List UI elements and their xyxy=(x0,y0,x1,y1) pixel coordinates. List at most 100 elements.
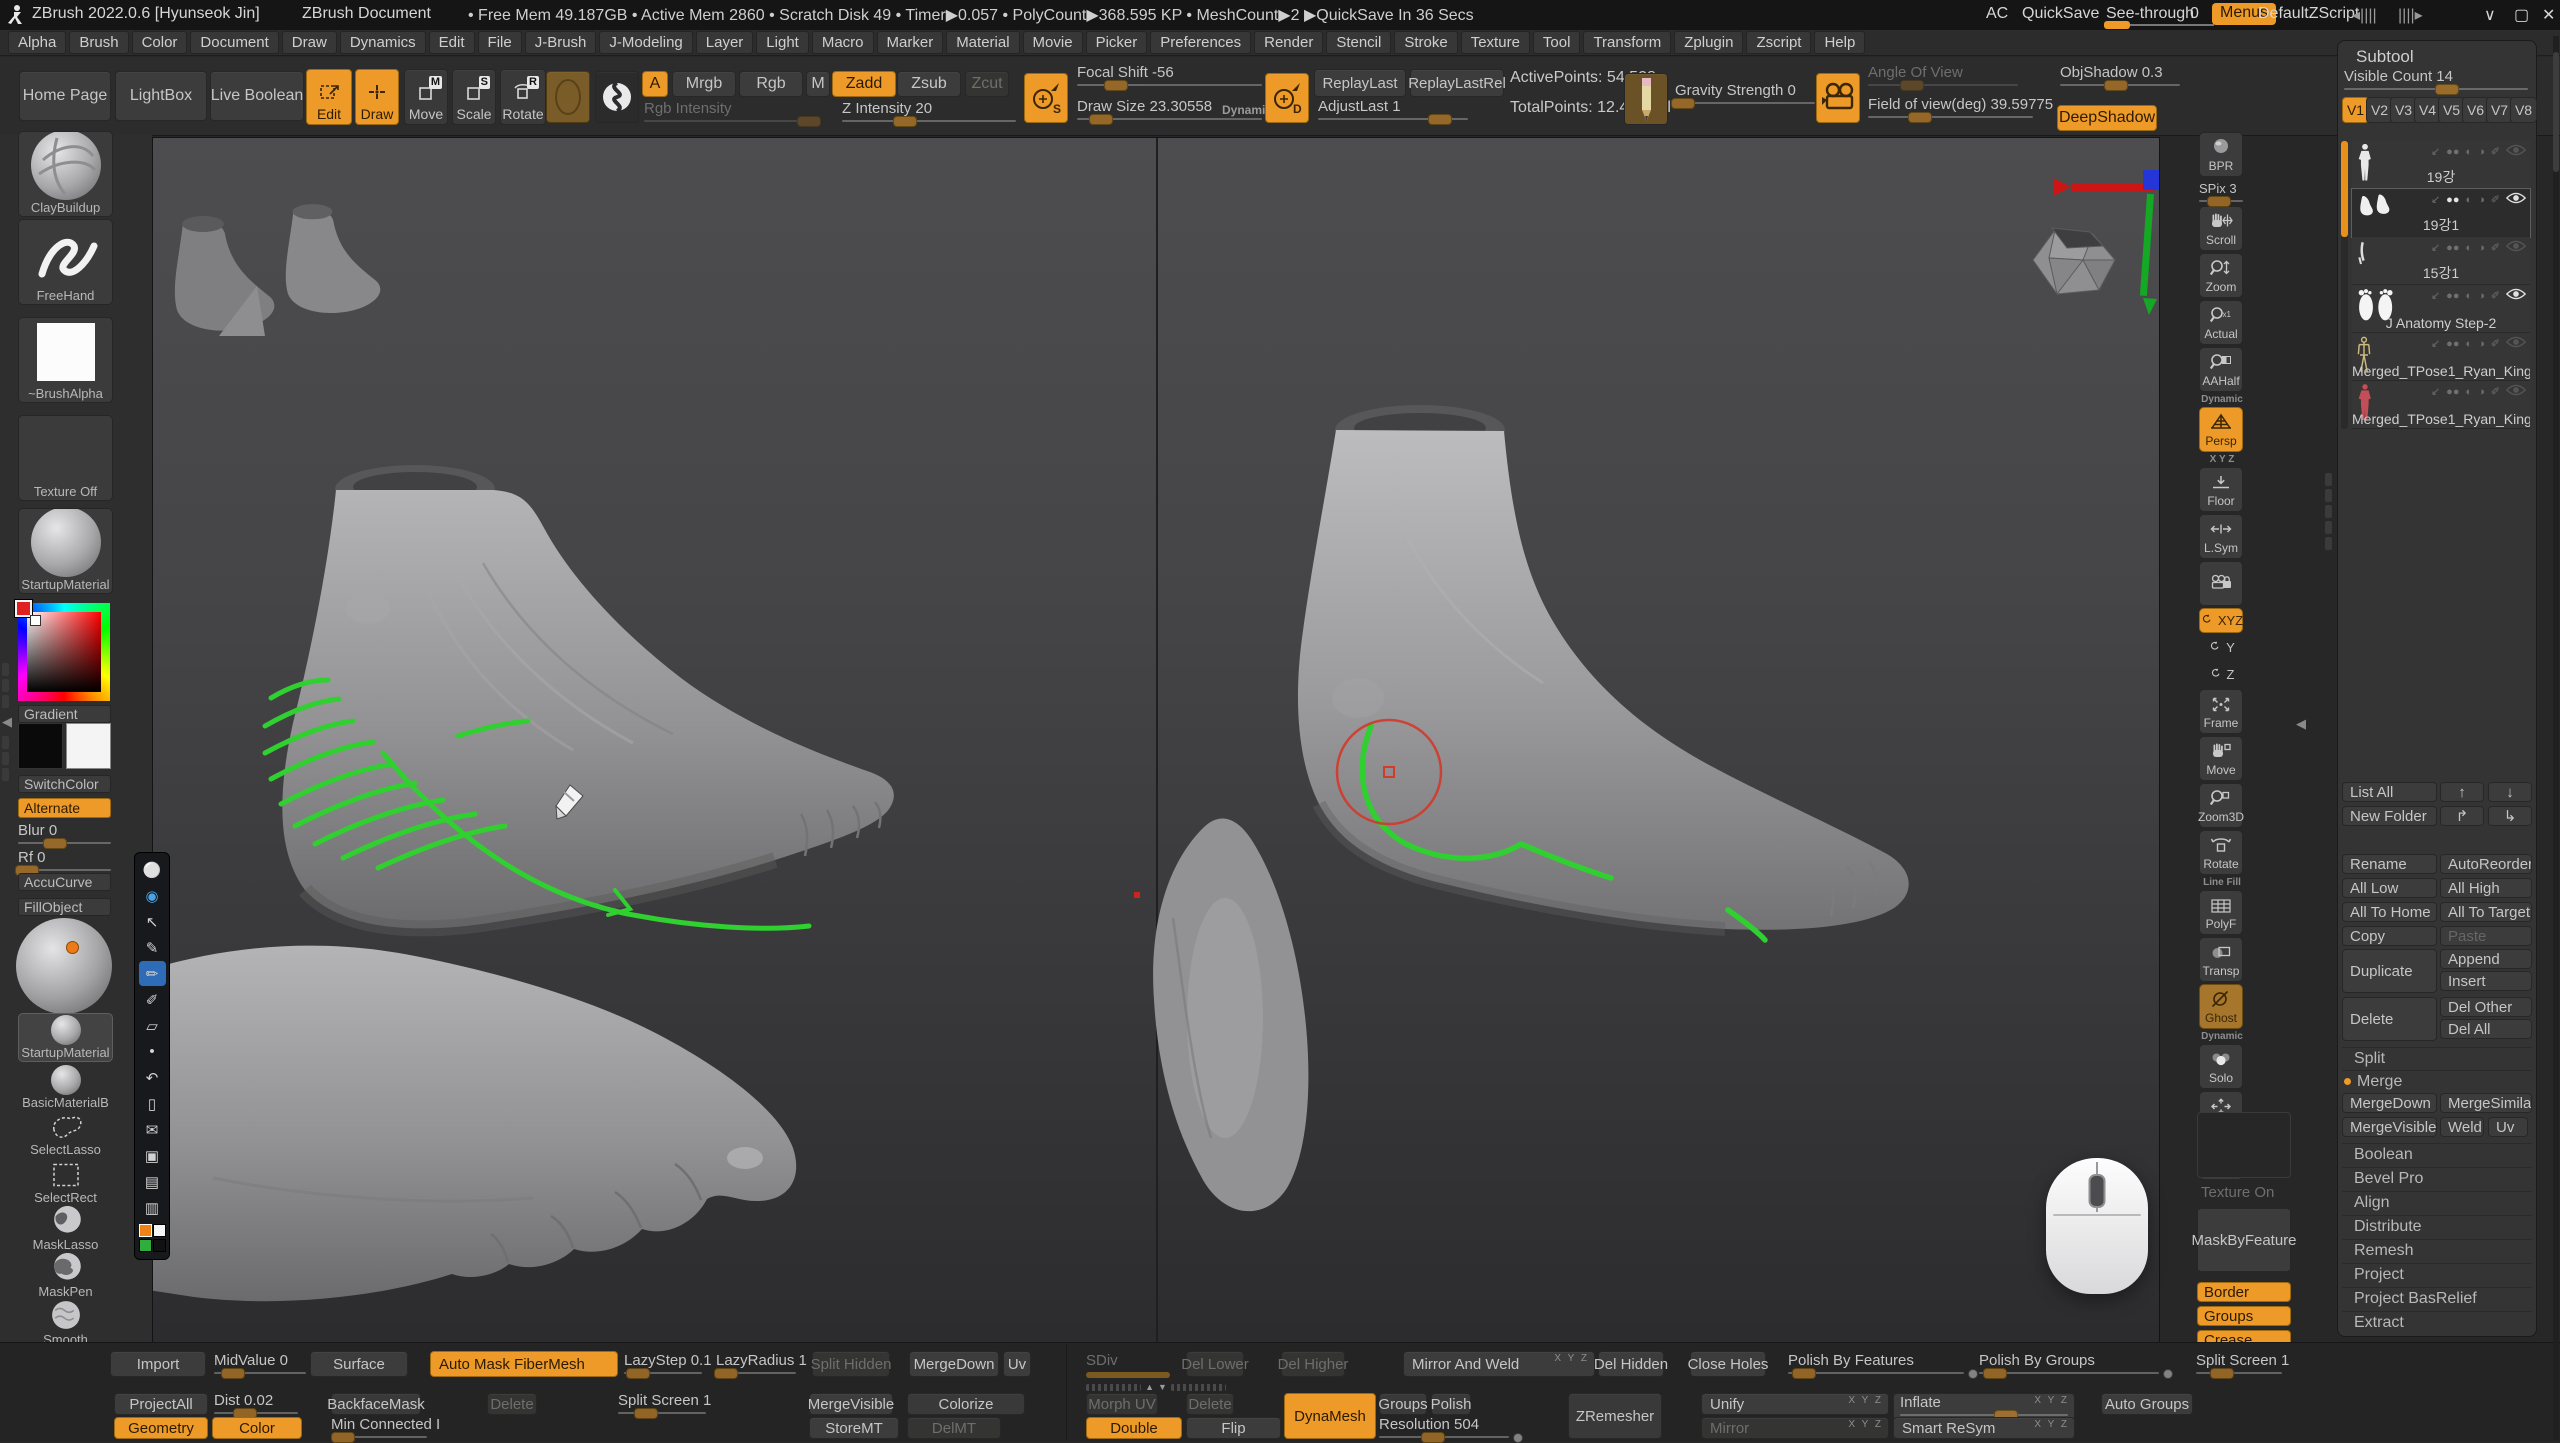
polish-by-features-slider[interactable]: Polish By Features xyxy=(1788,1353,1964,1374)
mini-scroll-up[interactable]: ▲ xyxy=(1145,1382,1154,1392)
subtool-item[interactable]: ↙●●◐◑✐Merged_TPose1_Ryan_Kingslie xyxy=(2352,333,2530,381)
alternate-button[interactable]: Alternate xyxy=(18,798,111,818)
visibility-eye-icon[interactable] xyxy=(2506,144,2526,159)
subtool-tab-v1[interactable]: V1 xyxy=(2342,97,2369,123)
shelf-slot-startupmaterial[interactable]: StartupMaterial xyxy=(18,508,113,594)
menu-brush[interactable]: Brush xyxy=(69,31,128,54)
slider-handle[interactable] xyxy=(1792,1368,1816,1379)
message-bubble-icon[interactable]: ✉ xyxy=(139,1117,166,1142)
slider-handle[interactable] xyxy=(1421,1432,1445,1443)
boolean-row[interactable]: Boolean xyxy=(2342,1143,2532,1165)
nav-lightbox[interactable]: LightBox xyxy=(115,71,207,121)
clipboard-icon[interactable]: ▥ xyxy=(139,1195,166,1220)
fillobject-button[interactable]: FillObject xyxy=(18,898,111,916)
slider-track[interactable] xyxy=(214,1412,298,1414)
paint-zsub[interactable]: Zsub xyxy=(897,71,961,97)
folder-move-icon[interactable]: ↙ xyxy=(2431,337,2440,350)
polyf-button[interactable]: PolyF xyxy=(2199,890,2243,935)
adjust-last-slider[interactable]: AdjustLast 1 xyxy=(1318,99,1468,120)
screenshot-frame-icon[interactable]: ▣ xyxy=(139,1143,166,1168)
undo-arrow-icon[interactable]: ↶ xyxy=(139,1065,166,1090)
mode-edit[interactable]: Edit xyxy=(306,69,352,125)
cursor-arrow-icon[interactable]: ↖ xyxy=(139,909,166,934)
slider-track[interactable] xyxy=(1379,1436,1509,1438)
rotate-button[interactable]: Rotate xyxy=(2199,830,2243,875)
lazystep-0-1-slider[interactable]: LazyStep 0.1 xyxy=(624,1353,702,1374)
slider-handle[interactable] xyxy=(797,116,821,127)
white-swatch[interactable] xyxy=(66,723,111,769)
persp-button[interactable]: Persp xyxy=(2199,407,2243,452)
edit-brush-icon[interactable]: ✐ xyxy=(2491,385,2500,398)
polypaint-icon[interactable]: ●● xyxy=(2446,194,2459,206)
all-high-button[interactable]: All High xyxy=(2440,878,2532,898)
border-button[interactable]: Border xyxy=(2197,1282,2291,1302)
menu-alpha[interactable]: Alpha xyxy=(8,31,66,54)
menu-picker[interactable]: Picker xyxy=(1086,31,1148,54)
all-low-button[interactable]: All Low xyxy=(2342,878,2437,898)
layer-icon[interactable]: ◑ xyxy=(2478,242,2485,254)
slider-track[interactable] xyxy=(1675,102,1815,104)
scroll-button[interactable]: Scroll xyxy=(2199,206,2243,251)
duplicate-button[interactable]: Duplicate xyxy=(2342,949,2437,993)
menu-movie[interactable]: Movie xyxy=(1023,31,1083,54)
subtool-list-scrollbar[interactable] xyxy=(2341,141,2348,429)
left-shelf-ticks[interactable]: ◀ xyxy=(2,660,12,784)
list-all-button[interactable]: List All xyxy=(2342,782,2437,802)
edit-brush-icon[interactable]: ✐ xyxy=(2491,337,2500,350)
menu-transform[interactable]: Transform xyxy=(1583,31,1671,54)
smart-resym-button[interactable]: Smart ReSymX Y Z xyxy=(1893,1417,2075,1439)
all-to-home-button[interactable]: All To Home xyxy=(2342,902,2437,922)
new-folder-button[interactable]: New Folder xyxy=(2342,806,2437,826)
slider-handle[interactable] xyxy=(221,1368,245,1379)
paste-button[interactable]: Paste xyxy=(2440,926,2532,946)
floor-button[interactable]: Floor xyxy=(2199,467,2243,512)
split-row[interactable]: Split xyxy=(2342,1047,2532,1069)
folder-move-icon[interactable]: ↙ xyxy=(2431,385,2440,398)
groups-button[interactable]: Groups xyxy=(2197,1306,2291,1326)
ghost-button[interactable]: Ghost xyxy=(2199,984,2243,1029)
edit-brush-icon[interactable]: ✐ xyxy=(2491,241,2500,254)
slider-track[interactable] xyxy=(2196,1372,2282,1374)
menu-color[interactable]: Color xyxy=(132,31,188,54)
menu-edit[interactable]: Edit xyxy=(429,31,475,54)
z-intensity-slider[interactable]: Z Intensity 20 xyxy=(842,101,1016,122)
backfacemask-button[interactable]: BackfaceMask xyxy=(331,1393,421,1415)
gravity-pencil-icon[interactable] xyxy=(1624,73,1668,125)
dist-0-02-slider[interactable]: Dist 0.02 xyxy=(214,1393,298,1414)
subtool-tab-v6[interactable]: V6 xyxy=(2462,97,2489,123)
light-bulb-icon[interactable]: ⚪ xyxy=(139,857,166,882)
black-swatch[interactable] xyxy=(18,723,63,769)
ac-button[interactable]: AC xyxy=(1986,5,2008,23)
uv-button[interactable]: Uv xyxy=(1003,1351,1031,1377)
polypaint-icon[interactable]: ●● xyxy=(2446,386,2459,398)
midvalue-0-slider[interactable]: MidValue 0 xyxy=(214,1353,306,1374)
shelf-slot-maskpen[interactable]: MaskPen xyxy=(18,1252,113,1301)
polypaint-icon[interactable]: ●● xyxy=(2446,242,2459,254)
edit-brush-icon[interactable]: ✐ xyxy=(2491,193,2500,206)
slider-dot-button[interactable] xyxy=(1513,1433,1523,1443)
shaded-icon[interactable]: ◐ xyxy=(2465,242,2472,254)
slider-handle[interactable] xyxy=(1104,80,1128,91)
remesh-row[interactable]: Remesh xyxy=(2342,1239,2532,1261)
subtool-tab-v3[interactable]: V3 xyxy=(2390,97,2417,123)
append-button[interactable]: Append xyxy=(2440,949,2532,969)
slider-track[interactable] xyxy=(1086,1372,1170,1378)
edit-brush-icon[interactable]: ✐ xyxy=(2491,289,2500,302)
insert-button[interactable]: Insert xyxy=(2440,971,2532,991)
slider-handle[interactable] xyxy=(2210,1368,2234,1379)
slider-track[interactable] xyxy=(331,1436,427,1438)
quicksave-button[interactable]: QuickSave xyxy=(2022,5,2099,23)
menu-stencil[interactable]: Stencil xyxy=(1326,31,1391,54)
slider-handle[interactable] xyxy=(1900,80,1924,91)
marker-icon[interactable]: ✏ xyxy=(139,961,166,986)
current-material-ball[interactable] xyxy=(16,918,112,1014)
delete-button[interactable]: Delete xyxy=(1186,1393,1234,1415)
slider-track[interactable] xyxy=(214,1372,306,1374)
menu-dynamics[interactable]: Dynamics xyxy=(340,31,426,54)
shelf-slot-masklasso[interactable]: MaskLasso xyxy=(18,1205,113,1254)
right-panel-scrollbar-thumb[interactable] xyxy=(2553,52,2559,172)
storemt-button[interactable]: StoreMT xyxy=(809,1417,899,1439)
zoom-button[interactable]: Zoom xyxy=(2199,253,2243,298)
slider-track[interactable] xyxy=(18,869,111,871)
paint-rgb[interactable]: Rgb xyxy=(739,71,803,97)
